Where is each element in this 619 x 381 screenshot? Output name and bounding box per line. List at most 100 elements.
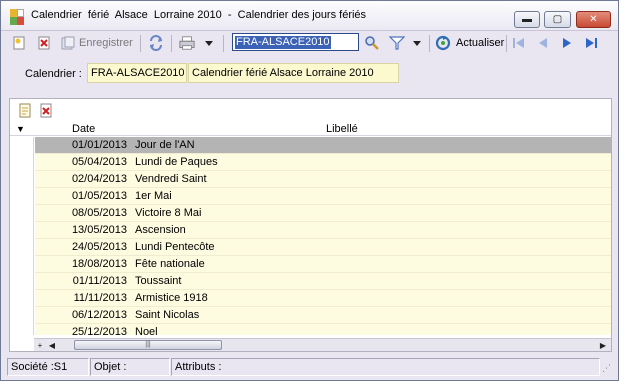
cell-libelle[interactable]: Lundi de Paques	[135, 156, 218, 168]
status-societe: Société :S1	[7, 358, 89, 376]
filter-icon[interactable]	[389, 35, 405, 51]
horizontal-scrollbar[interactable]: + ◀ ||| ▶	[34, 338, 611, 351]
table-row[interactable]: 18/08/2013 Fête nationale	[10, 256, 611, 273]
table-row[interactable]: 25/12/2013 Noel	[10, 324, 611, 335]
add-icon[interactable]: +	[34, 339, 46, 351]
cell-libelle[interactable]: Jour de l'AN	[135, 139, 195, 151]
row-cells[interactable]: 08/05/2013 Victoire 8 Mai	[35, 205, 611, 222]
row-cells[interactable]: 01/01/2013 Jour de l'AN	[35, 137, 611, 154]
row-cells[interactable]: 05/04/2013 Lundi de Paques	[35, 154, 611, 171]
table-row[interactable]: 13/05/2013 Ascension	[10, 222, 611, 239]
sync-icon[interactable]	[148, 35, 164, 51]
cell-libelle[interactable]: Lundi Pentecôte	[135, 241, 215, 253]
cell-date[interactable]: 01/01/2013	[69, 139, 127, 151]
calendar-code-field[interactable]: FRA-ALSACE2010	[87, 63, 187, 83]
print-icon[interactable]	[179, 35, 195, 51]
row-indicator[interactable]	[10, 188, 34, 205]
cell-libelle[interactable]: Ascension	[135, 224, 186, 236]
calendar-name-field[interactable]: Calendrier férié Alsace Lorraine 2010	[188, 63, 399, 83]
save-button[interactable]: Enregistrer	[79, 37, 133, 49]
row-cells[interactable]: 01/05/2013 1er Mai	[35, 188, 611, 205]
cell-date[interactable]: 11/11/2013	[69, 292, 127, 304]
row-indicator[interactable]	[10, 137, 34, 154]
filter-dropdown-icon[interactable]	[409, 35, 425, 51]
scrollbar-thumb[interactable]: |||	[74, 340, 222, 350]
column-header-date[interactable]: Date	[72, 123, 95, 135]
row-indicator[interactable]	[10, 290, 34, 307]
search-icon[interactable]	[364, 35, 380, 51]
scroll-right-icon[interactable]: ▶	[597, 339, 609, 351]
cell-libelle[interactable]: Armistice 1918	[135, 292, 208, 304]
cell-date[interactable]: 08/05/2013	[69, 207, 127, 219]
row-cells[interactable]: 18/08/2013 Fête nationale	[35, 256, 611, 273]
row-indicator[interactable]	[10, 324, 34, 335]
row-indicator[interactable]	[10, 171, 34, 188]
table-row[interactable]: 01/01/2013 Jour de l'AN	[10, 137, 611, 154]
code-input-value: FRA-ALSACE2010	[235, 36, 331, 49]
row-indicator[interactable]	[10, 239, 34, 256]
refresh-icon[interactable]	[435, 35, 451, 51]
next-icon[interactable]	[559, 35, 575, 51]
add-row-icon[interactable]	[17, 102, 33, 118]
cell-date[interactable]: 24/05/2013	[69, 241, 127, 253]
status-bar: Société :S1 Objet : Attributs : ⋰	[1, 355, 618, 380]
cell-libelle[interactable]: Vendredi Saint	[135, 173, 207, 185]
row-indicator[interactable]	[10, 205, 34, 222]
cell-libelle[interactable]: Fête nationale	[135, 258, 205, 270]
row-indicator[interactable]	[10, 307, 34, 324]
row-indicator[interactable]	[10, 222, 34, 239]
cell-libelle[interactable]: Noel	[135, 326, 158, 335]
row-cells[interactable]: 11/11/2013 Armistice 1918	[35, 290, 611, 307]
save-icon[interactable]	[60, 35, 76, 51]
table-row[interactable]: 08/05/2013 Victoire 8 Mai	[10, 205, 611, 222]
main-window: Calendrier férié Alsace Lorraine 2010 - …	[0, 0, 619, 381]
prev-icon[interactable]	[535, 35, 551, 51]
delete-row-icon[interactable]	[38, 102, 54, 118]
row-cells[interactable]: 24/05/2013 Lundi Pentecôte	[35, 239, 611, 256]
row-cells[interactable]: 25/12/2013 Noel	[35, 324, 611, 335]
new-doc-icon[interactable]	[11, 35, 27, 51]
cell-libelle[interactable]: Victoire 8 Mai	[135, 207, 201, 219]
code-input[interactable]: FRA-ALSACE2010	[232, 33, 359, 51]
dropdown-icon[interactable]	[201, 35, 217, 51]
scroll-left-icon[interactable]: ◀	[46, 339, 58, 351]
row-indicator[interactable]	[10, 154, 34, 171]
cell-date[interactable]: 02/04/2013	[69, 173, 127, 185]
table-row[interactable]: 02/04/2013 Vendredi Saint	[10, 171, 611, 188]
table-row[interactable]: 24/05/2013 Lundi Pentecôte	[10, 239, 611, 256]
delete-icon[interactable]	[36, 35, 52, 51]
title-bar[interactable]: Calendrier férié Alsace Lorraine 2010 - …	[1, 1, 618, 31]
cell-date[interactable]: 18/08/2013	[69, 258, 127, 270]
cell-date[interactable]: 05/04/2013	[69, 156, 127, 168]
cell-date[interactable]: 25/12/2013	[69, 326, 127, 335]
toolbar-separator	[506, 35, 507, 52]
cell-libelle[interactable]: Toussaint	[135, 275, 181, 287]
maximize-button[interactable]: ▢	[544, 11, 571, 28]
cell-date[interactable]: 13/05/2013	[69, 224, 127, 236]
cell-libelle[interactable]: 1er Mai	[135, 190, 172, 202]
table-row[interactable]: 05/04/2013 Lundi de Paques	[10, 154, 611, 171]
last-icon[interactable]	[583, 35, 599, 51]
row-cells[interactable]: 02/04/2013 Vendredi Saint	[35, 171, 611, 188]
row-indicator[interactable]	[10, 256, 34, 273]
cell-date[interactable]: 01/05/2013	[69, 190, 127, 202]
cell-date[interactable]: 01/11/2013	[69, 275, 127, 287]
resize-grip-icon[interactable]: ⋰	[602, 363, 614, 375]
table-row[interactable]: 01/11/2013 Toussaint	[10, 273, 611, 290]
row-menu-icon[interactable]: ▼	[16, 124, 25, 134]
table-row[interactable]: 11/11/2013 Armistice 1918	[10, 290, 611, 307]
minimize-button[interactable]: ▬	[514, 11, 540, 28]
first-icon[interactable]	[511, 35, 527, 51]
row-indicator[interactable]	[10, 273, 34, 290]
row-cells[interactable]: 01/11/2013 Toussaint	[35, 273, 611, 290]
table-row[interactable]: 01/05/2013 1er Mai	[10, 188, 611, 205]
holidays-panel: ▼ Date Libellé 01/01/2013 Jour de l'AN 05/…	[9, 98, 612, 352]
column-header-libelle[interactable]: Libellé	[326, 123, 358, 135]
close-button[interactable]: ✕	[576, 11, 611, 28]
row-cells[interactable]: 06/12/2013 Saint Nicolas	[35, 307, 611, 324]
table-row[interactable]: 06/12/2013 Saint Nicolas	[10, 307, 611, 324]
row-cells[interactable]: 13/05/2013 Ascension	[35, 222, 611, 239]
refresh-button[interactable]: Actualiser	[456, 37, 504, 49]
cell-libelle[interactable]: Saint Nicolas	[135, 309, 199, 321]
cell-date[interactable]: 06/12/2013	[69, 309, 127, 321]
